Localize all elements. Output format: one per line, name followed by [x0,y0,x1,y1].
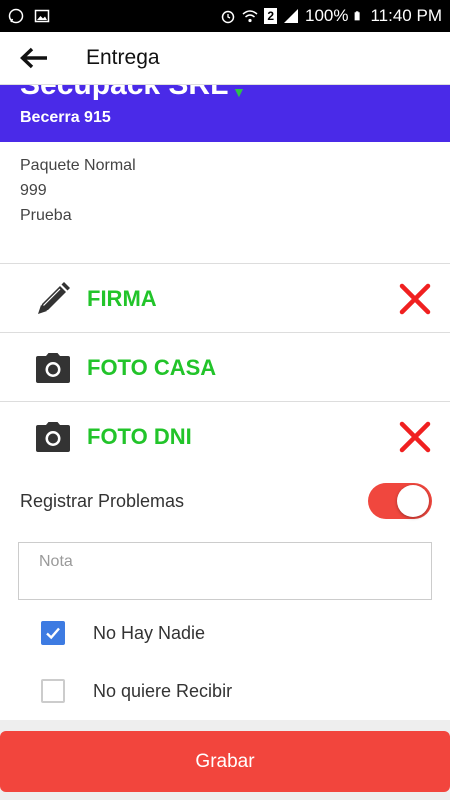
no-one-home-checkbox[interactable] [41,621,65,645]
refuses-delivery-label: No quiere Recibir [93,680,233,701]
pencil-icon [33,279,73,319]
register-problems-toggle[interactable] [368,483,432,519]
checkmark-icon [46,627,60,640]
back-button[interactable] [8,32,60,84]
remove-signature-icon[interactable] [398,282,432,316]
app-bar: Entrega [0,32,450,85]
note-field[interactable] [18,542,432,600]
house-photo-row[interactable]: FOTO CASA [0,334,450,402]
signature-row[interactable]: FIRMA [0,265,450,333]
remove-id-photo-icon[interactable] [398,420,432,454]
id-photo-label: FOTO DNI [87,424,192,449]
option-no-one-home[interactable]: No Hay Nadie [0,604,450,662]
house-photo-label: FOTO CASA [87,355,217,380]
package-details: Paquete Normal 999 Prueba [20,153,136,228]
delivery-address: Becerra 915 [20,109,111,126]
package-note: Prueba [20,207,72,224]
package-number: 999 [20,182,47,199]
package-type: Paquete Normal [20,157,136,174]
whatsapp-icon [8,8,24,24]
option-refuses-delivery[interactable]: No quiere Recibir [0,662,450,720]
page-title: Entrega [86,46,160,69]
image-icon [34,9,50,23]
no-one-home-label: No Hay Nadie [93,622,206,643]
battery-icon [355,11,361,21]
camera-icon [33,417,73,457]
signature-label: FIRMA [87,286,157,311]
divider [0,332,450,333]
sim-badge: 2 [264,8,277,24]
signal-icon [284,9,298,23]
status-indicator-icon: ▼ [232,84,246,100]
toggle-knob [397,485,429,517]
arrow-left-icon [20,47,47,69]
refuses-delivery-checkbox[interactable] [41,679,65,703]
divider [0,401,450,402]
alarm-icon [222,10,235,24]
delivery-header-banner: Secupack SRL ▼ Becerra 915 [0,84,450,142]
save-button[interactable]: Grabar [0,731,450,792]
company-name: Secupack SRL [20,84,229,101]
camera-icon [33,348,73,388]
divider [0,263,450,264]
battery-percent: 100% [305,6,349,25]
register-problems-row: Registrar Problemas [0,478,450,524]
id-photo-row[interactable]: FOTO DNI [0,403,450,471]
status-bar: 2 100% 11:40 PM [0,0,450,32]
wifi-icon [242,10,258,23]
status-time: 11:40 PM [370,6,442,25]
register-problems-label: Registrar Problemas [20,490,185,511]
